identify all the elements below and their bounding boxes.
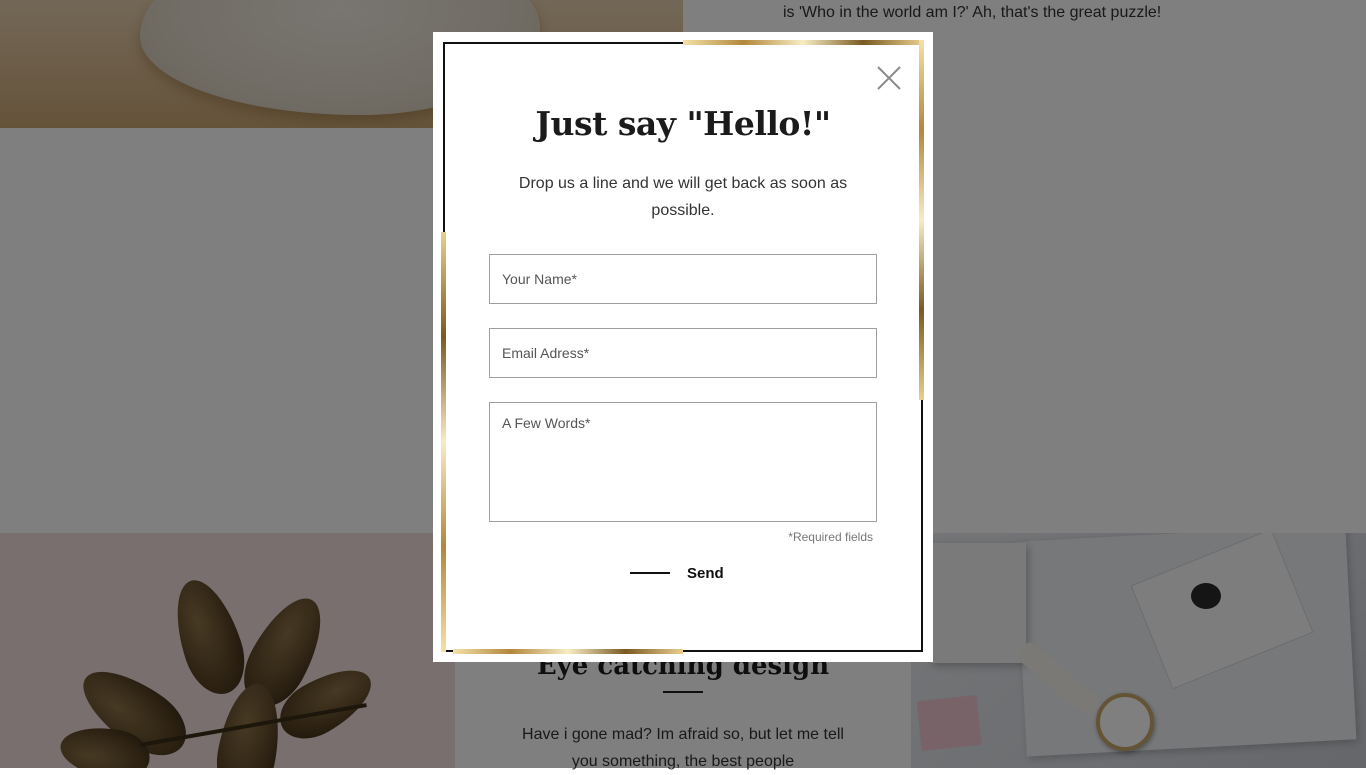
name-field[interactable]: Your Name* [489,254,877,304]
email-field[interactable]: Email Adress* [489,328,877,378]
modal-title: Just say "Hello!" [535,104,831,143]
required-note: *Required fields [788,530,873,544]
send-button[interactable]: Send [630,562,724,584]
send-label: Send [687,564,724,582]
email-placeholder: Email Adress* [502,345,590,361]
modal-subtitle: Drop us a line and we will get back as s… [518,175,848,219]
name-placeholder: Your Name* [502,271,577,287]
contact-modal: Just say "Hello!" Drop us a line and we … [433,32,933,662]
message-placeholder: A Few Words* [502,415,591,431]
close-icon [877,66,901,90]
close-button[interactable] [875,64,903,92]
send-line-decoration [630,572,670,574]
message-field[interactable]: A Few Words* [489,402,877,522]
